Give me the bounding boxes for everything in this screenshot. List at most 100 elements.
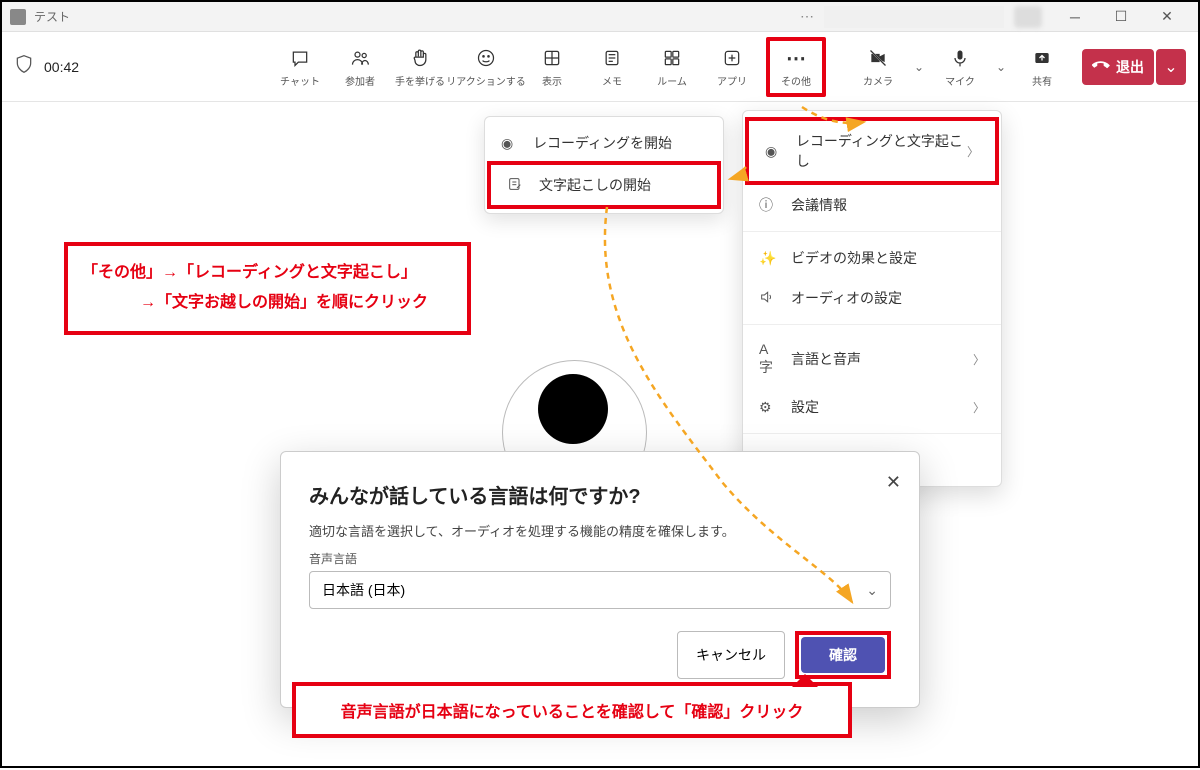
menu-video-effects[interactable]: ✨ ビデオの効果と設定 <box>743 238 1001 278</box>
language-dialog: ✕ みんなが話している言語は何ですか? 適切な言語を選択して、オーディオを処理す… <box>280 451 920 708</box>
menu-meeting-info-label: 会議情報 <box>791 195 847 215</box>
mic-icon <box>950 45 970 71</box>
smile-icon <box>476 45 496 71</box>
leave-label: 退出 <box>1116 57 1144 77</box>
dialog-close-button[interactable]: ✕ <box>886 472 901 493</box>
dialog-description: 適切な言語を選択して、オーディオを処理する機能の精度を確保します。 <box>309 521 891 540</box>
dialog-title: みんなが話している言語は何ですか? <box>309 480 891 509</box>
start-transcription-label: 文字起こしの開始 <box>539 175 651 195</box>
menu-separator <box>743 324 1001 325</box>
share-label: 共有 <box>1032 73 1052 88</box>
chevron-right-icon: 〉 <box>973 351 985 368</box>
menu-video-effects-label: ビデオの効果と設定 <box>791 248 917 268</box>
teams-logo-icon <box>10 9 26 25</box>
record-icon: ◉ <box>501 135 521 152</box>
leave-button[interactable]: 退出 <box>1082 49 1154 85</box>
reactions-label: リアクションする <box>446 73 526 88</box>
rooms-button[interactable]: ルーム <box>642 37 702 97</box>
camera-label: カメラ <box>863 73 893 88</box>
window-maximize-button[interactable]: ☐ <box>1098 2 1144 32</box>
menu-separator <box>743 433 1001 434</box>
menu-recording-transcription[interactable]: ◉ レコーディングと文字起こし 〉 <box>745 117 999 185</box>
start-recording-label: レコーディングを開始 <box>533 133 672 153</box>
mic-label: マイク <box>945 73 975 88</box>
window-titlebar: テスト ⋯ ─ ☐ ✕ <box>2 2 1198 32</box>
more-label: その他 <box>781 73 811 88</box>
people-icon <box>350 45 370 71</box>
instruction-callout-steps: 「その他」→「レコーディングと文字起こし」 →「文字お越しの開始」を順にクリック <box>64 242 471 335</box>
callout-confirm-text: 音声言語が日本語になっていることを確認して「確認」クリック <box>310 698 834 722</box>
shield-icon <box>14 54 34 79</box>
rooms-label: ルーム <box>657 73 687 88</box>
notes-icon <box>602 45 622 71</box>
language-icon: A字 <box>759 341 779 377</box>
menu-audio-settings-label: オーディオの設定 <box>791 288 902 308</box>
sparkle-icon: ✨ <box>759 250 779 267</box>
meeting-stage: ◉ レコーディングを開始 文字起こしの開始 ◉ レコーディングと文字起こし 〉 … <box>2 102 1198 766</box>
menu-settings[interactable]: ⚙ 設定 〉 <box>743 387 1001 427</box>
chevron-down-icon: ⌄ <box>866 582 878 599</box>
chat-label: チャット <box>280 73 320 88</box>
chevron-right-icon: 〉 <box>973 399 985 416</box>
notes-button[interactable]: メモ <box>582 37 642 97</box>
window-more-icon[interactable]: ⋯ <box>800 8 814 25</box>
cancel-button[interactable]: キャンセル <box>677 631 785 679</box>
participants-button[interactable]: 参加者 <box>330 37 390 97</box>
view-label: 表示 <box>542 73 562 88</box>
leave-dropdown[interactable]: ⌄ <box>1156 49 1186 85</box>
reactions-button[interactable]: リアクションする <box>450 37 522 97</box>
hangup-icon <box>1092 56 1110 77</box>
share-button[interactable]: 共有 <box>1012 37 1072 97</box>
menu-language-label: 言語と音声 <box>791 349 861 369</box>
menu-separator <box>743 231 1001 232</box>
chat-icon <box>290 45 310 71</box>
participants-label: 参加者 <box>345 73 375 88</box>
view-button[interactable]: 表示 <box>522 37 582 97</box>
share-icon <box>1032 45 1052 71</box>
instruction-callout-confirm: 音声言語が日本語になっていることを確認して「確認」クリック <box>292 682 852 738</box>
more-button[interactable]: ⋯ その他 <box>766 37 826 97</box>
camera-button[interactable]: カメラ <box>848 37 908 97</box>
recording-submenu: ◉ レコーディングを開始 文字起こしの開始 <box>484 116 724 214</box>
record-icon: ◉ <box>765 143 784 160</box>
start-recording-item[interactable]: ◉ レコーディングを開始 <box>485 123 723 163</box>
raise-hand-label: 手を挙げる <box>395 73 445 88</box>
window-minimize-button[interactable]: ─ <box>1052 2 1098 32</box>
menu-language-speech[interactable]: A字 言語と音声 〉 <box>743 331 1001 387</box>
gear-icon: ⚙ <box>759 399 779 416</box>
apps-icon <box>722 45 742 71</box>
start-transcription-item[interactable]: 文字起こしの開始 <box>487 161 721 209</box>
user-avatar-blurred <box>1014 6 1042 28</box>
chevron-right-icon: 〉 <box>967 143 979 160</box>
hand-icon <box>410 45 430 71</box>
dialog-field-label: 音声言語 <box>309 550 891 567</box>
mic-dropdown[interactable]: ⌄ <box>990 60 1012 74</box>
grid-icon <box>542 45 562 71</box>
menu-recording-label: レコーディングと文字起こし <box>796 131 967 171</box>
rooms-icon <box>662 45 682 71</box>
apps-label: アプリ <box>717 73 747 88</box>
apps-button[interactable]: アプリ <box>702 37 762 97</box>
menu-meeting-info[interactable]: ⓘ 会議情報 <box>743 185 1001 225</box>
chat-button[interactable]: チャット <box>270 37 330 97</box>
ellipsis-icon: ⋯ <box>786 45 806 71</box>
language-selected-value: 日本語 (日本) <box>322 580 405 600</box>
mic-button[interactable]: マイク <box>930 37 990 97</box>
search-area-blurred <box>824 6 1004 28</box>
callout-line2: →「文字お越しの開始」を順にクリック <box>82 288 453 318</box>
camera-off-icon <box>868 45 888 71</box>
menu-settings-label: 設定 <box>791 397 819 417</box>
transcript-icon <box>507 176 527 195</box>
notes-label: メモ <box>602 73 622 88</box>
menu-audio-settings[interactable]: オーディオの設定 <box>743 278 1001 318</box>
meeting-toolbar: 00:42 チャット 参加者 手を挙げる リアクションする 表示 メモ <box>2 32 1198 102</box>
raise-hand-button[interactable]: 手を挙げる <box>390 37 450 97</box>
camera-dropdown[interactable]: ⌄ <box>908 60 930 74</box>
speaker-icon <box>759 289 779 308</box>
participant-avatar <box>538 374 608 444</box>
info-icon: ⓘ <box>759 195 779 215</box>
language-select[interactable]: 日本語 (日本) ⌄ <box>309 571 891 609</box>
window-close-button[interactable]: ✕ <box>1144 2 1190 32</box>
more-dropdown-menu: ◉ レコーディングと文字起こし 〉 ⓘ 会議情報 ✨ ビデオの効果と設定 オーデ… <box>742 110 1002 487</box>
window-title: テスト <box>34 8 800 25</box>
